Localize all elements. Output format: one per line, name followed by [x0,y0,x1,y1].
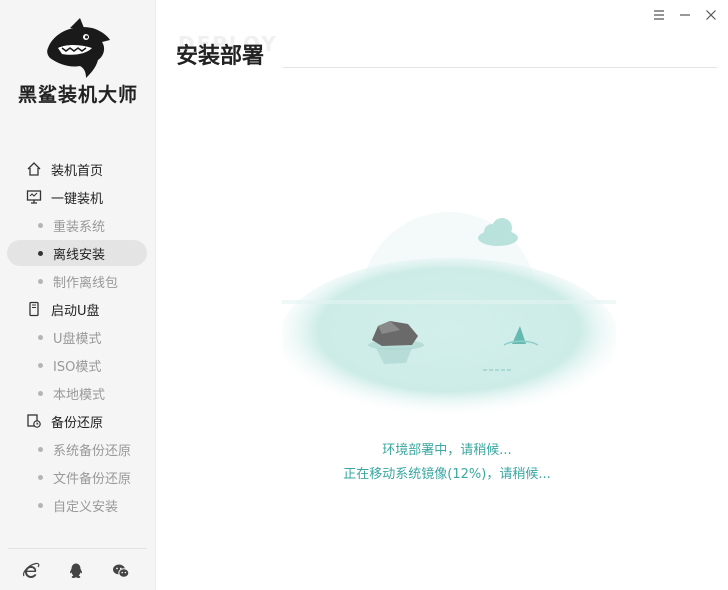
header-divider [283,67,717,68]
sidebar-item-one-click[interactable]: 一键装机 [0,183,156,211]
sidebar-item-custom-install[interactable]: 自定义安装 [0,491,156,519]
bullet-icon [38,446,43,452]
bullet-icon [38,390,43,396]
sidebar-item-reinstall[interactable]: 重装系统 [0,211,156,239]
sidebar-item-backup-restore[interactable]: 备份还原 [0,407,156,435]
sidebar-item-iso-mode[interactable]: ISO模式 [0,351,156,379]
sidebar-item-label: 备份还原 [51,415,104,431]
sidebar-item-home[interactable]: 装机首页 [0,155,156,183]
sidebar-item-label: 本地模式 [53,387,106,403]
sidebar-item-label: 系统备份还原 [53,443,132,459]
wechat-icon[interactable] [112,562,130,580]
page-title: 安装部署 [176,44,265,69]
bullet-icon [38,278,43,284]
page-header: DEPLOY 安装部署 [176,32,276,70]
sidebar-item-local-mode[interactable]: 本地模式 [0,379,156,407]
sidebar-item-label: 自定义安装 [53,499,119,515]
bullet-icon [38,502,43,508]
usb-drive-icon [25,300,43,318]
progress-text: 正在移动系统镜像(12%)，请稍候... [343,467,551,482]
sidebar-footer [22,562,130,580]
bullet-icon [38,334,43,340]
menu-icon[interactable] [652,8,666,22]
sidebar-item-label: 制作离线包 [53,275,119,291]
sidebar-item-label: 启动U盘 [51,303,100,319]
sidebar: 黑鲨装机大师 装机首页 一键装机 重装系统 离线安装 制作离线包 启动U盘 U盘… [0,0,156,590]
deploy-illustration [282,188,616,418]
sidebar-item-offline-install[interactable]: 离线安装 [0,239,156,267]
sidebar-item-system-backup[interactable]: 系统备份还原 [0,435,156,463]
sidebar-item-label: U盘模式 [53,331,102,347]
sidebar-divider [8,548,147,549]
backup-icon [25,412,43,430]
ie-icon[interactable] [22,562,40,580]
brand-name: 黑鲨装机大师 [17,84,138,106]
monitor-icon [25,188,43,206]
home-icon [25,160,43,178]
sidebar-item-usb-mode[interactable]: U盘模式 [0,323,156,351]
sidebar-item-label: 重装系统 [53,219,106,235]
window-controls [652,8,718,22]
sidebar-item-label: 装机首页 [51,163,104,179]
bullet-icon [38,222,43,228]
sidebar-item-label: 离线安装 [53,247,106,263]
sidebar-nav: 装机首页 一键装机 重装系统 离线安装 制作离线包 启动U盘 U盘模式 ISO模… [0,155,156,519]
qq-icon[interactable] [67,562,85,580]
status-text: 环境部署中，请稍候... [382,443,512,458]
minimize-icon[interactable] [678,8,692,22]
sidebar-item-file-backup[interactable]: 文件备份还原 [0,463,156,491]
bullet-icon [38,362,43,368]
sidebar-item-usb-boot[interactable]: 启动U盘 [0,295,156,323]
sidebar-item-label: 一键装机 [51,191,104,207]
bullet-icon [38,250,43,256]
shark-logo-icon [47,18,110,78]
sidebar-item-make-offline[interactable]: 制作离线包 [0,267,156,295]
sidebar-item-label: ISO模式 [53,359,102,375]
sidebar-item-label: 文件备份还原 [53,471,132,487]
bullet-icon [38,474,43,480]
close-icon[interactable] [704,8,718,22]
